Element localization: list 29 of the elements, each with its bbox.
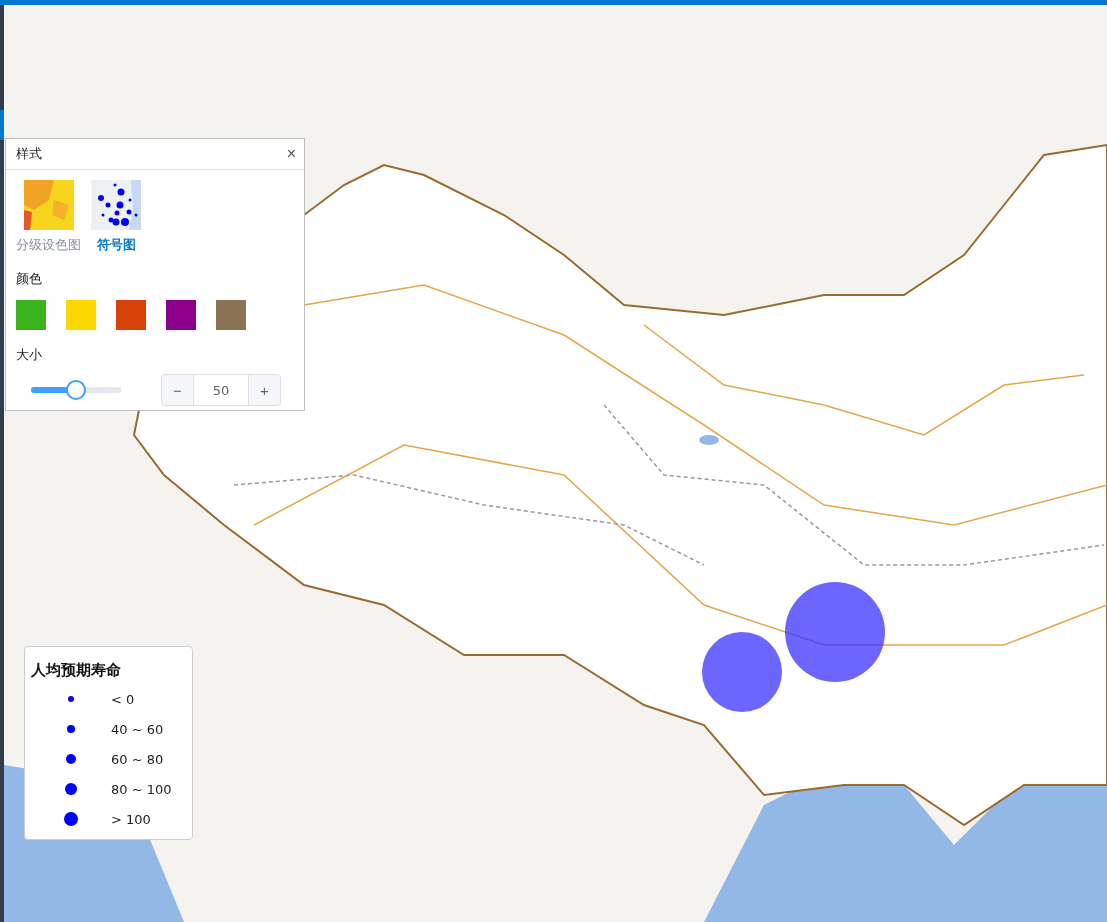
legend-dot bbox=[65, 783, 77, 795]
legend-label: < 0 bbox=[111, 691, 135, 707]
color-label: 颜色 bbox=[15, 270, 43, 288]
color-swatch[interactable] bbox=[166, 300, 196, 330]
style-option[interactable]: 符号图 bbox=[96, 236, 136, 254]
size-slider[interactable] bbox=[31, 380, 121, 400]
increase-button[interactable]: + bbox=[248, 375, 280, 405]
legend-dot bbox=[66, 754, 76, 764]
legend-dot bbox=[64, 812, 78, 826]
legend-label: > 100 bbox=[111, 811, 151, 827]
choropleth-thumbnail bbox=[23, 180, 74, 230]
slider-thumb[interactable] bbox=[66, 380, 86, 400]
panel-title: 样式 bbox=[16, 145, 42, 163]
close-button[interactable]: × bbox=[286, 145, 296, 163]
decrease-button[interactable]: − bbox=[162, 375, 194, 405]
symbol-map-thumbnail bbox=[91, 180, 141, 230]
legend-label: 40 ~ 60 bbox=[111, 721, 164, 737]
style-option[interactable]: 分级设色图 bbox=[16, 236, 81, 254]
size-stepper[interactable]: − 50 + bbox=[161, 374, 281, 406]
legend-title: 人均预期寿命 bbox=[31, 661, 122, 680]
legend-label: 80 ~ 100 bbox=[111, 781, 172, 797]
color-swatch[interactable] bbox=[116, 300, 146, 330]
color-swatch[interactable] bbox=[216, 300, 246, 330]
size-label: 大小 bbox=[15, 346, 43, 364]
color-swatch[interactable] bbox=[66, 300, 96, 330]
legend-dot bbox=[67, 725, 75, 733]
legend-label: 60 ~ 80 bbox=[111, 751, 164, 767]
legend-dot bbox=[68, 696, 74, 702]
color-swatch[interactable] bbox=[16, 300, 46, 330]
